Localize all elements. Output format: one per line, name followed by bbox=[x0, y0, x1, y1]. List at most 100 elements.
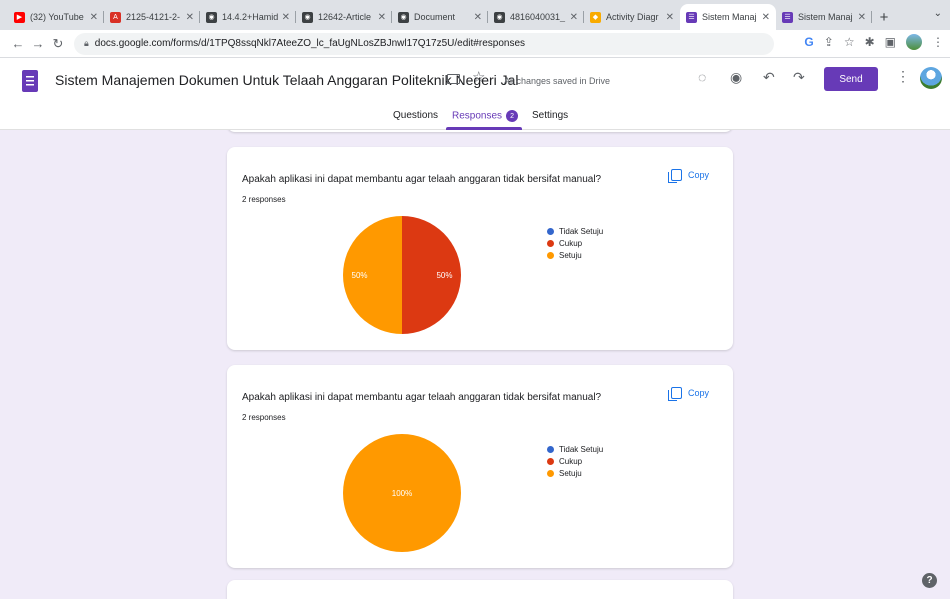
browser-tab-activity-diagram[interactable]: ◆ Activity Diagr ✕ bbox=[584, 4, 680, 30]
close-tab-icon[interactable]: ✕ bbox=[90, 12, 98, 23]
tab-title: 2125-4121-2- bbox=[126, 12, 181, 22]
tab-title: (32) YouTube bbox=[30, 12, 84, 22]
tab-responses[interactable]: Responses 2 bbox=[452, 110, 519, 122]
forms-header: Sistem Manajemen Dokumen Untuk Telaah An… bbox=[0, 58, 950, 130]
folder-icon[interactable] bbox=[447, 74, 460, 84]
responses-count-badge: 2 bbox=[506, 110, 519, 122]
palette-icon[interactable]: ◌ bbox=[698, 69, 706, 85]
tab-title: Sistem Manaj bbox=[702, 12, 757, 22]
copy-label: Copy bbox=[688, 388, 710, 398]
browser-tab-sistem[interactable]: ☰ Sistem Manaj ✕ bbox=[776, 4, 872, 30]
legend-label: Setuju bbox=[559, 250, 582, 260]
tab-title: 14.4.2+Hamid bbox=[222, 12, 278, 22]
back-arrow-icon[interactable]: ← bbox=[8, 36, 28, 51]
help-icon[interactable]: ? bbox=[922, 573, 937, 588]
globe-icon: ◉ bbox=[398, 11, 409, 23]
close-tab-icon[interactable]: ✕ bbox=[570, 12, 578, 23]
copy-icon bbox=[668, 169, 682, 183]
google-icon[interactable]: G bbox=[804, 35, 813, 49]
legend-item: Cukup bbox=[547, 455, 603, 467]
url-text: docs.google.com/forms/d/1TPQ8ssqNkl7Atee… bbox=[94, 38, 526, 49]
more-options-icon[interactable]: ⋮ bbox=[896, 68, 910, 85]
tab-questions[interactable]: Questions bbox=[393, 110, 438, 121]
tab-search-icon[interactable]: ⌄ bbox=[934, 8, 942, 19]
form-tabs: Questions Responses 2 Settings bbox=[0, 106, 950, 130]
close-tab-icon[interactable]: ✕ bbox=[666, 12, 674, 23]
legend-label: Tidak Setuju bbox=[559, 226, 604, 236]
star-icon[interactable]: ☆ bbox=[472, 68, 485, 86]
avatar[interactable] bbox=[920, 67, 942, 89]
redo-icon[interactable]: ↷ bbox=[793, 69, 805, 86]
legend-swatch bbox=[547, 445, 554, 453]
undo-icon[interactable]: ↶ bbox=[763, 69, 775, 86]
browser-menu-icon[interactable]: ⋮ bbox=[932, 35, 944, 49]
address-bar: ← → ↻ 🔒︎ docs.google.com/forms/d/1TPQ8ss… bbox=[0, 30, 950, 58]
legend-item: Tidak Setuju bbox=[547, 225, 603, 237]
chart-legend: Tidak Setuju Cukup Setuju bbox=[547, 443, 603, 479]
forward-arrow-icon[interactable]: → bbox=[28, 36, 48, 51]
copy-chart-button[interactable]: Copy bbox=[668, 169, 710, 183]
share-icon[interactable]: ⇪ bbox=[824, 35, 834, 49]
reload-icon[interactable]: ↻ bbox=[48, 36, 68, 52]
legend-label: Setuju bbox=[559, 468, 582, 478]
close-tab-icon[interactable]: ✕ bbox=[378, 12, 386, 23]
browser-tab-article[interactable]: ◉ 12642-Article ✕ bbox=[296, 4, 392, 30]
close-tab-icon[interactable]: ✕ bbox=[282, 12, 290, 23]
browser-tab-youtube[interactable]: ▶ (32) YouTube ✕ bbox=[8, 4, 104, 30]
extensions-icon[interactable]: ✱ bbox=[865, 35, 875, 49]
tab-title: 4816040031_ bbox=[510, 12, 566, 22]
browser-tab-document[interactable]: ◉ Document ✕ bbox=[392, 4, 488, 30]
legend-swatch bbox=[547, 457, 554, 465]
legend-swatch bbox=[547, 251, 554, 259]
copy-label: Copy bbox=[688, 170, 710, 180]
legend-swatch bbox=[547, 469, 554, 477]
pie-chart: 50% 50% bbox=[343, 216, 461, 334]
browser-tab-sistem-active[interactable]: ☰ Sistem Manaj ✕ bbox=[680, 4, 776, 30]
next-question-card bbox=[227, 580, 733, 599]
response-count: 2 responses bbox=[242, 413, 286, 422]
close-tab-icon[interactable]: ✕ bbox=[762, 12, 770, 23]
question-card: Apakah aplikasi ini dapat membantu agar … bbox=[227, 147, 733, 350]
close-tab-icon[interactable]: ✕ bbox=[858, 12, 866, 23]
browser-tab-strip: ▶ (32) YouTube ✕ A 2125-4121-2- ✕ ◉ 14.4… bbox=[0, 0, 950, 30]
url-field[interactable]: 🔒︎ docs.google.com/forms/d/1TPQ8ssqNkl7A… bbox=[74, 32, 774, 55]
close-tab-icon[interactable]: ✕ bbox=[474, 12, 482, 23]
globe-icon: ◉ bbox=[494, 11, 505, 23]
browser-tab-pdf[interactable]: A 2125-4121-2- ✕ bbox=[104, 4, 200, 30]
globe-icon: ◉ bbox=[302, 11, 313, 23]
legend-label: Cukup bbox=[559, 456, 583, 466]
copy-chart-button[interactable]: Copy bbox=[668, 387, 710, 401]
browser-tab-hamid[interactable]: ◉ 14.4.2+Hamid ✕ bbox=[200, 4, 296, 30]
copy-icon bbox=[668, 387, 682, 401]
legend-item: Cukup bbox=[547, 237, 603, 249]
new-tab-button[interactable]: + bbox=[872, 4, 896, 30]
legend-label: Tidak Setuju bbox=[559, 444, 604, 454]
browser-avatar[interactable] bbox=[906, 34, 922, 50]
send-button[interactable]: Send bbox=[824, 67, 878, 91]
bookmark-star-icon[interactable]: ☆ bbox=[844, 35, 855, 49]
legend-item: Setuju bbox=[547, 467, 603, 479]
forms-logo-icon[interactable] bbox=[22, 70, 38, 92]
tab-title: Activity Diagr bbox=[606, 12, 659, 22]
question-card: Apakah aplikasi ini dapat membantu agar … bbox=[227, 365, 733, 568]
browser-tab-4816[interactable]: ◉ 4816040031_ ✕ bbox=[488, 4, 584, 30]
response-count: 2 responses bbox=[242, 195, 286, 204]
tab-responses-label: Responses bbox=[452, 110, 503, 122]
globe-icon: ◉ bbox=[206, 11, 217, 23]
legend-swatch bbox=[547, 227, 554, 235]
preview-eye-icon[interactable]: ◉ bbox=[730, 69, 742, 86]
forms-icon: ☰ bbox=[686, 11, 697, 23]
close-tab-icon[interactable]: ✕ bbox=[186, 12, 194, 23]
legend-item: Setuju bbox=[547, 249, 603, 261]
tab-settings[interactable]: Settings bbox=[532, 110, 568, 121]
pie-slice-label: 50% bbox=[436, 271, 452, 280]
pie-chart: 100% bbox=[343, 434, 461, 552]
tab-title: Sistem Manaj bbox=[798, 12, 853, 22]
pie-slice-label: 50% bbox=[352, 271, 368, 280]
previous-question-card bbox=[227, 130, 733, 132]
question-title: Apakah aplikasi ini dapat membantu agar … bbox=[242, 174, 602, 185]
forms-icon: ☰ bbox=[782, 11, 793, 23]
tab-title: Document bbox=[414, 12, 456, 22]
sidepanel-icon[interactable]: ▣ bbox=[885, 35, 896, 49]
responses-content[interactable]: Apakah aplikasi ini dapat membantu agar … bbox=[0, 130, 950, 599]
